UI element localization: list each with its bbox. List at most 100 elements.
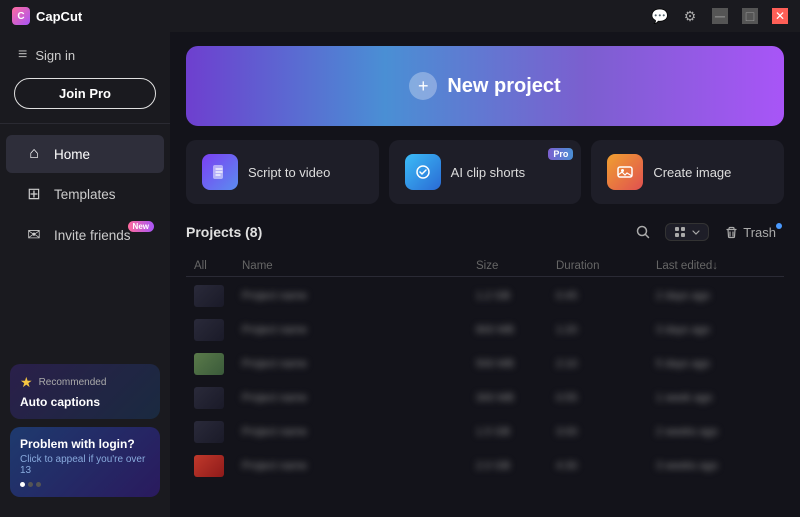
project-date: 3 weeks ago: [656, 460, 776, 472]
sidebar-item-invite[interactable]: ✉ Invite friends New: [6, 215, 164, 255]
project-name: Project name: [234, 358, 476, 370]
sidebar-item-invite-label: Invite friends: [54, 228, 131, 243]
app-name: CapCut: [36, 9, 82, 24]
minimize-button[interactable]: ─: [712, 8, 728, 24]
projects-actions: Trash: [629, 218, 784, 246]
project-name: Project name: [234, 290, 476, 302]
project-size: 2.0 GB: [476, 460, 556, 472]
sidebar-item-home-label: Home: [54, 147, 90, 162]
close-button[interactable]: ✕: [772, 8, 788, 24]
titlebar: C CapCut 💬 ⚙ ─ □ ✕: [0, 0, 800, 32]
home-icon: ⌂: [24, 145, 44, 163]
project-size: 800 MB: [476, 324, 556, 336]
login-problem-title: Problem with login?: [20, 437, 150, 451]
settings-icon[interactable]: ⚙: [682, 8, 698, 24]
col-name: Name: [234, 260, 476, 272]
project-date: 3 days ago: [656, 324, 776, 336]
sidebar-bottom: ★ Recommended Auto captions Problem with…: [0, 354, 170, 507]
login-problem-subtitle[interactable]: Click to appeal if you're over 13: [20, 454, 150, 476]
project-date: 2 days ago: [656, 290, 776, 302]
project-duration: 1:20: [556, 324, 656, 336]
dot-2: [28, 482, 33, 487]
pro-badge: Pro: [548, 148, 573, 160]
script-to-video-card[interactable]: Script to video: [186, 140, 379, 204]
project-thumbnail: [194, 319, 224, 341]
table-row[interactable]: Project name 2.0 GB 4:30 3 weeks ago: [186, 449, 784, 483]
rec-label: Recommended: [39, 377, 107, 388]
script-icon: [202, 154, 238, 190]
sidebar-item-templates[interactable]: ⊞ Templates: [6, 174, 164, 214]
user-icon: ≡: [18, 46, 27, 64]
table-row[interactable]: Project name 1.5 GB 3:00 2 weeks ago: [186, 415, 784, 449]
star-icon: ★: [20, 374, 33, 391]
script-to-video-label: Script to video: [248, 165, 330, 180]
project-thumbnail: [194, 455, 224, 477]
project-size: 300 MB: [476, 392, 556, 404]
project-size: 1.2 GB: [476, 290, 556, 302]
sidebar: ≡ Sign in Join Pro ⌂ Home ⊞ Templates ✉ …: [0, 32, 170, 517]
create-image-label: Create image: [653, 165, 731, 180]
trash-button[interactable]: Trash: [717, 221, 784, 244]
ai-clip-shorts-card[interactable]: AI clip shorts Pro: [389, 140, 582, 204]
dot-1: [20, 482, 25, 487]
project-name: Project name: [234, 324, 476, 336]
app-logo-icon: C: [12, 7, 30, 25]
project-size: 500 MB: [476, 358, 556, 370]
projects-header: Projects (8): [186, 218, 784, 246]
table-header: All Name Size Duration Last edited↓: [186, 256, 784, 277]
sign-in-row[interactable]: ≡ Sign in: [14, 42, 156, 68]
project-duration: 0:45: [556, 290, 656, 302]
projects-table: All Name Size Duration Last edited↓ Proj…: [186, 256, 784, 503]
table-row[interactable]: Project name 500 MB 2:10 5 days ago: [186, 347, 784, 381]
dot-3: [36, 482, 41, 487]
join-pro-button[interactable]: Join Pro: [14, 78, 156, 109]
templates-icon: ⊞: [24, 184, 44, 204]
project-thumbnail: [194, 421, 224, 443]
project-duration: 2:10: [556, 358, 656, 370]
login-problem-card[interactable]: Problem with login? Click to appeal if y…: [10, 427, 160, 497]
project-thumbnail: [194, 387, 224, 409]
project-date: 2 weeks ago: [656, 426, 776, 438]
ai-icon: [405, 154, 441, 190]
main-content: + New project Script to video: [170, 32, 800, 517]
view-toggle[interactable]: [665, 223, 709, 241]
project-name: Project name: [234, 460, 476, 472]
create-image-card[interactable]: Create image: [591, 140, 784, 204]
maximize-button[interactable]: □: [742, 8, 758, 24]
trash-label: Trash: [743, 225, 776, 240]
col-last-edited: Last edited↓: [656, 260, 776, 272]
col-size: Size: [476, 260, 556, 272]
project-thumbnail: [194, 353, 224, 375]
col-all: All: [194, 260, 234, 272]
project-name: Project name: [234, 392, 476, 404]
sign-in-label[interactable]: Sign in: [35, 48, 75, 63]
chat-icon[interactable]: 💬: [652, 8, 668, 24]
table-row[interactable]: Project name 300 MB 0:55 1 week ago: [186, 381, 784, 415]
project-thumbnail: [194, 285, 224, 307]
project-name: Project name: [234, 426, 476, 438]
project-duration: 0:55: [556, 392, 656, 404]
carousel-dots: [20, 482, 150, 487]
table-row[interactable]: Project name 1.2 GB 0:45 2 days ago: [186, 279, 784, 313]
sidebar-top: ≡ Sign in Join Pro: [0, 32, 170, 124]
recommended-card[interactable]: ★ Recommended Auto captions: [10, 364, 160, 419]
app-logo: C CapCut: [12, 7, 82, 25]
sidebar-item-home[interactable]: ⌂ Home: [6, 135, 164, 173]
invite-icon: ✉: [24, 225, 44, 245]
sidebar-item-templates-label: Templates: [54, 187, 116, 202]
new-project-banner[interactable]: + New project: [186, 46, 784, 126]
col-duration: Duration: [556, 260, 656, 272]
main-layout: ≡ Sign in Join Pro ⌂ Home ⊞ Templates ✉ …: [0, 32, 800, 517]
new-project-label: New project: [447, 75, 560, 98]
sidebar-nav: ⌂ Home ⊞ Templates ✉ Invite friends New: [0, 124, 170, 354]
feature-cards: Script to video AI clip shorts Pro: [186, 140, 784, 204]
projects-title: Projects (8): [186, 224, 262, 240]
project-duration: 3:00: [556, 426, 656, 438]
image-icon: [607, 154, 643, 190]
rec-title: Auto captions: [20, 395, 150, 409]
window-controls: 💬 ⚙ ─ □ ✕: [652, 8, 788, 24]
table-row[interactable]: Project name 800 MB 1:20 3 days ago: [186, 313, 784, 347]
search-button[interactable]: [629, 218, 657, 246]
project-duration: 4:30: [556, 460, 656, 472]
new-badge: New: [128, 221, 154, 232]
